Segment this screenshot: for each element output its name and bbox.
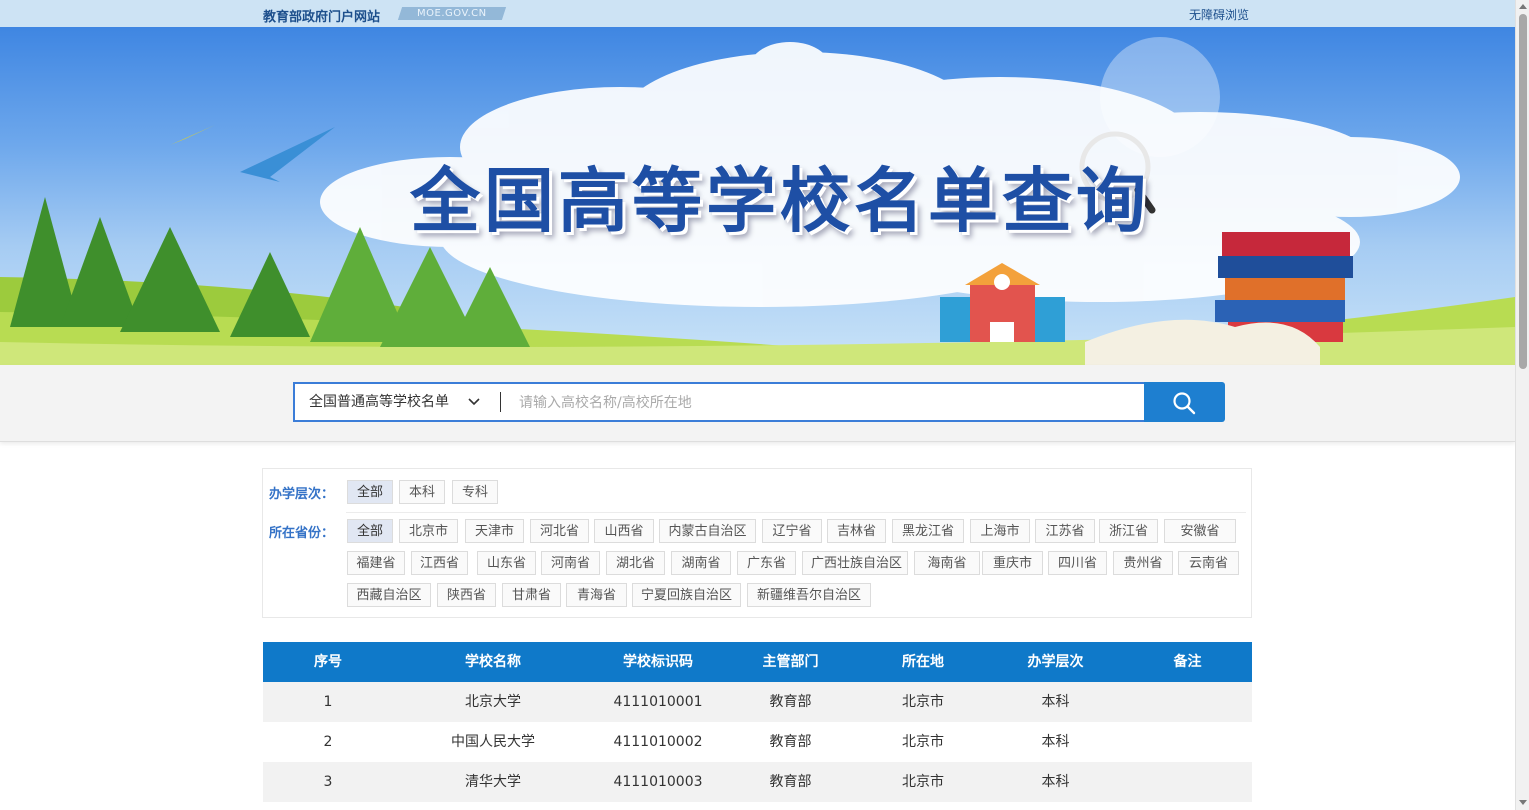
level-filter-label: 办学层次： (269, 487, 335, 502)
table-cell: 3 (323, 774, 333, 790)
table-cell: 教育部 (769, 734, 812, 750)
province-chip[interactable]: 天津市 (465, 519, 524, 543)
province-chip[interactable]: 安徽省 (1164, 519, 1236, 543)
table-cell (1123, 722, 1252, 762)
search-input[interactable] (517, 389, 1141, 417)
list-type-dropdown[interactable]: 全国普通高等学校名单 (295, 384, 500, 420)
banner-title: 全国高等学校名单查询 (410, 160, 1150, 242)
site-name[interactable]: 教育部政府门户网站 (263, 6, 380, 25)
province-chip[interactable]: 内蒙古自治区 (659, 519, 756, 543)
table-cell: 本科 (1041, 694, 1070, 710)
province-chip[interactable]: 云南省 (1178, 551, 1239, 575)
search-divider (500, 392, 501, 412)
province-chip[interactable]: 北京市 (399, 519, 458, 543)
search-icon (1173, 392, 1196, 415)
chevron-down-icon (468, 398, 480, 406)
filter-divider (346, 512, 1246, 513)
table-cell: 4111010002 (613, 734, 703, 750)
column-header: 办学层次 (1027, 654, 1084, 670)
search-button[interactable] (1144, 382, 1225, 422)
province-chip[interactable]: 广西壮族自治区 (802, 551, 908, 575)
column-header: 主管部门 (762, 654, 819, 670)
province-chip[interactable]: 全部 (347, 519, 393, 543)
table-cell (1123, 682, 1252, 722)
province-chip[interactable]: 江苏省 (1035, 519, 1095, 543)
table-cell: 清华大学 (465, 774, 521, 790)
province-chip[interactable]: 上海市 (970, 519, 1030, 543)
top-bar: 教育部政府门户网站 MOE.GOV.CN 无障碍浏览 (0, 0, 1515, 28)
table-cell: 中国人民大学 (451, 734, 535, 750)
column-header: 学校标识码 (623, 654, 693, 670)
list-type-selected: 全国普通高等学校名单 (309, 394, 449, 410)
province-chip[interactable]: 山东省 (477, 551, 536, 575)
search-box: 全国普通高等学校名单 (293, 382, 1225, 422)
table-row[interactable]: 3 清华大学 4111010003 教育部 北京市 本科 (263, 762, 1252, 802)
accessible-browse-link[interactable]: 无障碍浏览 (1189, 6, 1249, 23)
table-cell: 2 (323, 734, 333, 750)
table-body: 1 北京大学 4111010001 教育部 北京市 本科 2 中国人民大学 4111010002… (263, 682, 1252, 802)
table-row[interactable]: 1 北京大学 4111010001 教育部 北京市 本科 (263, 682, 1252, 722)
level-chip[interactable]: 全部 (347, 480, 393, 504)
column-header: 所在地 (902, 654, 944, 670)
table-cell (1123, 762, 1252, 802)
search-area: 全国普通高等学校名单 (0, 365, 1515, 442)
filter-panel: 办学层次： 全部 本科 专科 所在省份： 全部 北京市 天津市 河北省 山西省 内蒙古自治区辽… (262, 468, 1252, 618)
province-chip[interactable]: 新疆维吾尔自治区 (747, 583, 871, 607)
province-chip[interactable]: 吉林省 (827, 519, 886, 543)
province-chip[interactable]: 湖北省 (606, 551, 665, 575)
province-filter-label: 所在省份： (269, 526, 335, 541)
level-chip[interactable]: 本科 (399, 480, 445, 504)
province-chip[interactable]: 浙江省 (1099, 519, 1158, 543)
province-chip[interactable]: 重庆市 (982, 551, 1043, 575)
table-cell: 1 (323, 694, 333, 710)
table-cell: 北京市 (902, 734, 944, 750)
column-header: 序号 (314, 654, 342, 670)
province-chip[interactable]: 四川省 (1048, 551, 1107, 575)
level-chip[interactable]: 专科 (452, 480, 498, 504)
school-table: 序号 学校名称 学校标识码 主管部门 所在地 办学层次 备注 1 北京大学 4111010001… (263, 642, 1252, 802)
column-header: 学校名称 (465, 654, 521, 670)
province-chip[interactable]: 贵州省 (1113, 551, 1173, 575)
province-chip[interactable]: 广东省 (737, 551, 796, 575)
province-chip[interactable]: 西藏自治区 (347, 583, 431, 607)
banner: 全国高等学校名单查询 (0, 27, 1515, 365)
column-header: 备注 (1173, 654, 1202, 670)
province-chip[interactable]: 青海省 (566, 583, 627, 607)
scroll-up-arrow-icon[interactable] (1519, 4, 1527, 9)
table-cell: 教育部 (769, 774, 812, 790)
table-row[interactable]: 2 中国人民大学 4111010002 教育部 北京市 本科 (263, 722, 1252, 762)
scroll-thumb[interactable] (1519, 14, 1527, 369)
table-cell: 教育部 (769, 694, 812, 710)
province-chip[interactable]: 江西省 (411, 551, 468, 575)
table-cell: 北京市 (902, 774, 944, 790)
province-chip[interactable]: 湖南省 (671, 551, 731, 575)
table-cell: 北京市 (902, 694, 944, 710)
province-chip[interactable]: 宁夏回族自治区 (632, 583, 741, 607)
page-scrollbar[interactable] (1515, 0, 1529, 810)
province-chip[interactable]: 河南省 (541, 551, 600, 575)
province-chip[interactable]: 海南省 (914, 551, 980, 575)
province-chip[interactable]: 黑龙江省 (892, 519, 964, 543)
table-cell: 北京大学 (465, 694, 521, 710)
table-cell: 4111010001 (613, 694, 703, 710)
province-chip[interactable]: 陕西省 (437, 583, 496, 607)
province-chip[interactable]: 河北省 (530, 519, 589, 543)
scroll-down-arrow-icon[interactable] (1519, 800, 1527, 805)
table-cell: 本科 (1041, 774, 1070, 790)
province-chip[interactable]: 山西省 (594, 519, 654, 543)
table-cell: 本科 (1041, 734, 1070, 750)
table-cell: 4111010003 (613, 774, 703, 790)
site-domain-badge: MOE.GOV.CN (397, 7, 507, 20)
province-chip[interactable]: 甘肃省 (502, 583, 561, 607)
province-chip[interactable]: 福建省 (347, 551, 405, 575)
table-header: 序号 学校名称 学校标识码 主管部门 所在地 办学层次 备注 (263, 642, 1252, 682)
site-domain-text: MOE.GOV.CN (417, 8, 487, 19)
province-chip[interactable]: 辽宁省 (762, 519, 822, 543)
